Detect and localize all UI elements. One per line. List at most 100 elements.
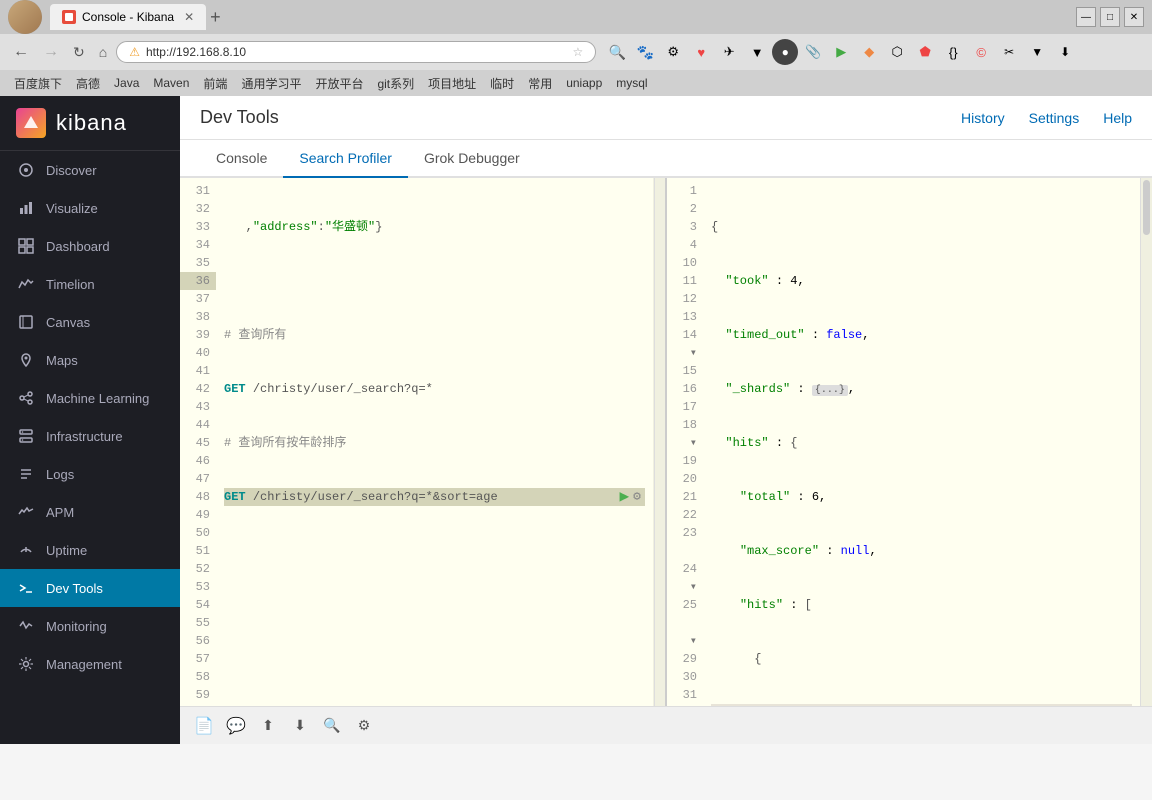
code-line <box>224 596 645 614</box>
address-bar[interactable]: ⚠ http://192.168.8.10 ☆ <box>116 41 596 63</box>
bottom-upload-icon[interactable]: ⬆ <box>256 714 280 738</box>
user-avatar <box>8 0 42 34</box>
bookmark-baidu[interactable]: 百度旗下 <box>8 74 68 93</box>
ext-icon-11[interactable]: ⬟ <box>912 39 938 65</box>
tab-console[interactable]: Console <box>200 140 283 178</box>
sidebar-item-label-apm: APM <box>46 505 74 520</box>
ext-icon-6[interactable]: ● <box>772 39 798 65</box>
bookmark-uniapp[interactable]: uniapp <box>560 75 608 91</box>
nav-item-canvas[interactable]: Canvas <box>0 303 180 341</box>
right-line-numbers: 1 2 3 4 10 11 12 13 14 ▾ 15 16 17 18 <box>667 178 703 706</box>
ext-icon-12[interactable]: {} <box>940 39 966 65</box>
home-button[interactable]: ⌂ <box>94 42 112 62</box>
nav-item-management[interactable]: Management <box>0 645 180 683</box>
code-line <box>224 272 645 290</box>
code-line: # 查询所有 <box>224 326 645 344</box>
nav-item-maps[interactable]: Maps <box>0 341 180 379</box>
sidebar-logo: kibana <box>0 96 180 151</box>
browser-title-bar: Console - Kibana ✕ + — □ ✕ <box>0 0 1152 34</box>
ext-icon-2[interactable]: ⚙ <box>660 39 686 65</box>
maximize-button[interactable]: □ <box>1100 7 1120 27</box>
nav-item-logs[interactable]: Logs <box>0 455 180 493</box>
bottom-comment-icon[interactable]: 💬 <box>224 714 248 738</box>
tab-search-profiler[interactable]: Search Profiler <box>283 140 408 178</box>
ext-icon-8[interactable]: ▶ <box>828 39 854 65</box>
right-code-content[interactable]: { "took" : 4, "timed_out" : false, "_sha… <box>703 178 1140 706</box>
bookmark-java[interactable]: Java <box>108 75 145 91</box>
security-icon: ⚠ <box>129 45 140 59</box>
browser-tab[interactable]: Console - Kibana ✕ <box>50 4 206 30</box>
download-icon[interactable]: ⬇ <box>1052 39 1078 65</box>
bookmark-project[interactable]: 项目地址 <box>422 74 482 93</box>
bottom-download-icon[interactable]: ⬇ <box>288 714 312 738</box>
left-code-area[interactable]: 31 32 33 34 35 36 37 38 39 40 41 42 43 4… <box>180 178 665 706</box>
right-scrollbar[interactable] <box>1140 178 1152 706</box>
bookmark-temp[interactable]: 临时 <box>484 74 520 93</box>
nav-item-monitoring[interactable]: Monitoring <box>0 607 180 645</box>
bookmark-git[interactable]: git系列 <box>371 74 420 93</box>
ext-icon-13[interactable]: © <box>968 39 994 65</box>
nav-item-discover[interactable]: Discover <box>0 151 180 189</box>
sidebar: kibana Discover Visualize Dashboard <box>0 96 180 744</box>
ext-icon-3[interactable]: ♥ <box>688 39 714 65</box>
nav-item-devtools[interactable]: Dev Tools <box>0 569 180 607</box>
ext-icon-9[interactable]: ◆ <box>856 39 882 65</box>
bottom-settings-icon[interactable]: ⚙ <box>352 714 376 738</box>
tab-grok-debugger[interactable]: Grok Debugger <box>408 140 536 178</box>
sidebar-item-label-canvas: Canvas <box>46 315 90 330</box>
search-extension[interactable]: 🔍 <box>604 39 630 65</box>
left-scrollbar[interactable] <box>653 178 665 706</box>
refresh-button[interactable]: ↻ <box>68 42 90 63</box>
sidebar-item-label-logs: Logs <box>46 467 74 482</box>
ext-icon-4[interactable]: ✈ <box>716 39 742 65</box>
new-tab-button[interactable]: + <box>210 7 221 28</box>
sidebar-item-label-infrastructure: Infrastructure <box>46 429 123 444</box>
back-button[interactable]: ← <box>8 41 34 63</box>
ext-icon-10[interactable]: ⬡ <box>884 39 910 65</box>
ext-icon-1[interactable]: 🐾 <box>632 39 658 65</box>
bookmark-learning[interactable]: 通用学习平 <box>235 74 307 93</box>
code-line <box>224 704 645 706</box>
nav-item-visualize[interactable]: Visualize <box>0 189 180 227</box>
sidebar-item-label-maps: Maps <box>46 353 78 368</box>
tab-close[interactable]: ✕ <box>184 10 194 24</box>
nav-item-infrastructure[interactable]: Infrastructure <box>0 417 180 455</box>
nav-item-dashboard[interactable]: Dashboard <box>0 227 180 265</box>
bookmark-frontend[interactable]: 前端 <box>197 74 233 93</box>
forward-button[interactable]: → <box>38 41 64 63</box>
bottom-search-icon[interactable]: 🔍 <box>320 714 344 738</box>
help-link[interactable]: Help <box>1103 110 1132 126</box>
bookmark-openplatform[interactable]: 开放平台 <box>309 74 369 93</box>
minimize-button[interactable]: — <box>1076 7 1096 27</box>
code-line <box>224 650 645 668</box>
bookmark-common[interactable]: 常用 <box>522 74 558 93</box>
sidebar-item-label-dashboard: Dashboard <box>46 239 110 254</box>
bottom-file-icon[interactable]: 📄 <box>192 714 216 738</box>
sidebar-item-label-devtools: Dev Tools <box>46 581 103 596</box>
ext-icon-15[interactable]: ▼ <box>1024 39 1050 65</box>
ext-icon-14[interactable]: ✂ <box>996 39 1022 65</box>
left-code-content[interactable]: ,"address":"华盛顿"} # 查询所有 GET /christy/us… <box>216 178 653 706</box>
ext-icon-7[interactable]: 📎 <box>800 39 826 65</box>
browser-chrome: Console - Kibana ✕ + — □ ✕ ← → ↻ ⌂ ⚠ htt… <box>0 0 1152 96</box>
wrench-button[interactable]: ⚙ <box>633 488 641 506</box>
bookmark-maven[interactable]: Maven <box>147 75 195 91</box>
close-button[interactable]: ✕ <box>1124 7 1144 27</box>
nav-item-apm[interactable]: APM <box>0 493 180 531</box>
nav-item-ml[interactable]: Machine Learning <box>0 379 180 417</box>
sidebar-item-label-management: Management <box>46 657 122 672</box>
ext-icon-5[interactable]: ▼ <box>744 39 770 65</box>
nav-item-timelion[interactable]: Timelion <box>0 265 180 303</box>
right-code-area[interactable]: 1 2 3 4 10 11 12 13 14 ▾ 15 16 17 18 <box>667 178 1152 706</box>
history-link[interactable]: History <box>961 110 1005 126</box>
maps-icon <box>16 350 36 370</box>
code-line: ,"address":"华盛顿"} <box>224 218 645 236</box>
settings-link[interactable]: Settings <box>1029 110 1080 126</box>
bookmark-icon[interactable]: ☆ <box>572 45 583 59</box>
left-editor-panel: 31 32 33 34 35 36 37 38 39 40 41 42 43 4… <box>180 178 667 706</box>
bookmark-gaode[interactable]: 高德 <box>70 74 106 93</box>
sidebar-item-label-ml: Machine Learning <box>46 391 149 406</box>
nav-item-uptime[interactable]: Uptime <box>0 531 180 569</box>
bookmark-mysql[interactable]: mysql <box>610 75 653 91</box>
run-button[interactable]: ▶ <box>620 488 630 506</box>
